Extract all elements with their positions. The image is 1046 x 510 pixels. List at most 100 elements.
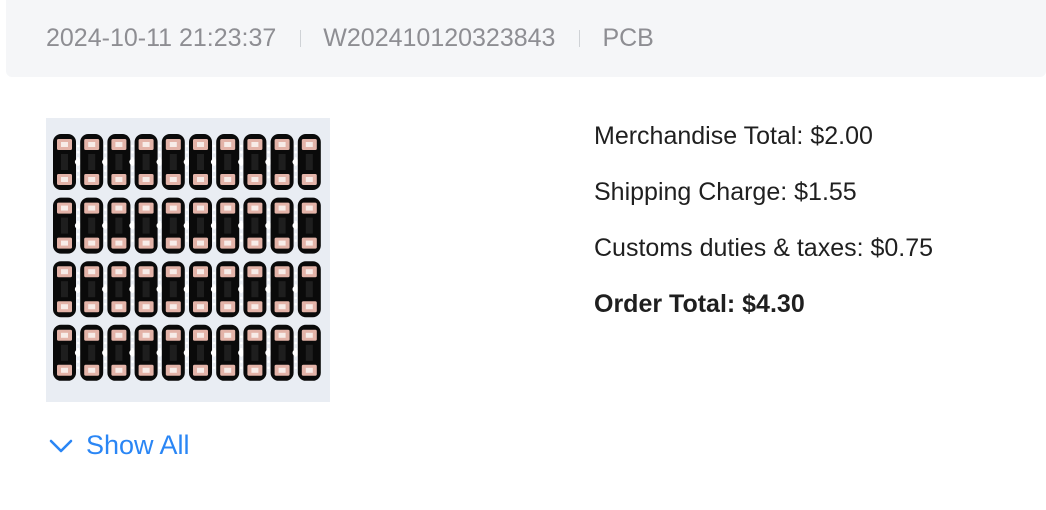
pcb-trace bbox=[88, 217, 96, 234]
pcb-pad-center bbox=[278, 177, 286, 182]
mouse-bite-hole bbox=[131, 296, 134, 300]
mouse-bite-hole bbox=[185, 208, 189, 211]
pcb-pad-center bbox=[88, 367, 96, 373]
mouse-bite-hole bbox=[294, 239, 297, 242]
mouse-bite-hole bbox=[131, 214, 134, 218]
mouse-bite-hole bbox=[267, 296, 270, 300]
show-all-label: Show All bbox=[86, 430, 190, 460]
mouse-bite-hole bbox=[76, 278, 80, 281]
pcb-pad-center bbox=[251, 205, 259, 211]
mouse-bite-hole bbox=[185, 335, 189, 339]
pcb-trace bbox=[305, 344, 313, 361]
mouse-bite-hole bbox=[185, 278, 189, 281]
mouse-bite-hole bbox=[240, 169, 243, 173]
pcb-trace bbox=[142, 217, 150, 234]
header-divider bbox=[579, 30, 581, 47]
pcb-trace bbox=[251, 344, 259, 361]
pcb-pad-center bbox=[305, 367, 313, 373]
pcb-pad-center bbox=[115, 367, 123, 373]
mouse-bite-hole bbox=[212, 296, 216, 300]
mouse-bite-hole bbox=[267, 335, 270, 339]
pcb-pad-center bbox=[115, 177, 123, 182]
mouse-bite-hole bbox=[131, 169, 134, 173]
pcb-pad-center bbox=[251, 269, 259, 275]
pcb-pad-center bbox=[197, 205, 204, 211]
pcb-trace bbox=[115, 217, 123, 234]
mouse-bite-hole bbox=[294, 214, 297, 218]
mouse-bite-hole bbox=[294, 296, 297, 300]
mouse-bite-hole bbox=[104, 233, 107, 236]
mouse-bite-hole bbox=[267, 144, 270, 148]
pcb-pad-center bbox=[142, 142, 150, 147]
pcb-pad-center bbox=[88, 332, 96, 338]
pcb-pad-center bbox=[169, 367, 177, 373]
mouse-bite-hole bbox=[76, 335, 80, 339]
pcb-pad-center bbox=[224, 332, 232, 338]
mouse-bite-hole bbox=[185, 296, 189, 300]
mouse-bite-hole bbox=[104, 144, 107, 148]
mouse-bite-hole bbox=[240, 296, 243, 300]
pcb-trace bbox=[142, 281, 150, 298]
pcb-trace bbox=[224, 154, 232, 170]
pcb-pad-center bbox=[197, 240, 204, 246]
mouse-bite-hole bbox=[158, 233, 161, 236]
pcb-pad-center bbox=[278, 142, 286, 147]
mouse-bite-hole bbox=[212, 144, 216, 148]
order-id[interactable]: W202410120323843 bbox=[323, 24, 555, 53]
pcb-trace bbox=[251, 154, 259, 170]
pcb-pad-center bbox=[278, 304, 286, 310]
pcb-trace bbox=[169, 154, 177, 170]
mouse-bite-hole bbox=[76, 239, 80, 242]
pcb-pad-center bbox=[278, 240, 286, 246]
pcb-pad-center bbox=[224, 142, 232, 147]
mouse-bite-hole bbox=[76, 175, 80, 179]
mouse-bite-hole bbox=[294, 169, 297, 173]
pcb-panel-image bbox=[53, 134, 321, 381]
pcb-pad-center bbox=[251, 142, 259, 147]
mouse-bite-hole bbox=[104, 271, 107, 275]
pcb-pad-center bbox=[61, 205, 68, 211]
mouse-bite-hole bbox=[267, 233, 270, 236]
mouse-bite-hole bbox=[294, 335, 297, 339]
mouse-bite-hole bbox=[185, 239, 189, 242]
pcb-pad-center bbox=[142, 304, 150, 310]
pcb-trace bbox=[169, 217, 177, 234]
mouse-bite-hole bbox=[76, 150, 80, 154]
pcb-pad-center bbox=[305, 205, 313, 211]
pcb-trace bbox=[197, 154, 204, 170]
mouse-bite-hole bbox=[240, 271, 243, 275]
pcb-pad-center bbox=[251, 304, 259, 310]
mouse-bite-hole bbox=[294, 175, 297, 179]
pcb-pad-center bbox=[61, 142, 68, 147]
mouse-bite-hole bbox=[158, 335, 161, 339]
pcb-pad-center bbox=[88, 240, 96, 246]
mouse-bite-hole bbox=[212, 360, 216, 363]
mouse-bite-hole bbox=[294, 150, 297, 154]
mouse-bite-hole bbox=[131, 366, 134, 370]
mouse-bite-hole bbox=[131, 233, 134, 236]
mouse-bite-hole bbox=[76, 233, 80, 236]
mouse-bite-hole bbox=[267, 175, 270, 179]
mouse-bite-hole bbox=[240, 366, 243, 370]
pcb-trace bbox=[61, 344, 68, 361]
mouse-bite-hole bbox=[104, 239, 107, 242]
customs-duties: Customs duties & taxes: $0.75 bbox=[594, 234, 934, 262]
order-datetime: 2024-10-11 21:23:37 bbox=[46, 24, 277, 52]
pcb-trace bbox=[197, 344, 204, 361]
mouse-bite-hole bbox=[104, 366, 107, 370]
pcb-trace bbox=[115, 154, 123, 170]
mouse-bite-hole bbox=[267, 360, 270, 363]
mouse-bite-hole bbox=[158, 150, 161, 154]
show-all-button[interactable]: Show All bbox=[48, 430, 190, 461]
mouse-bite-hole bbox=[294, 208, 297, 211]
mouse-bite-hole bbox=[131, 150, 134, 154]
mouse-bite-hole bbox=[294, 360, 297, 363]
mouse-bite-hole bbox=[267, 278, 270, 281]
pcb-thumbnail[interactable] bbox=[46, 118, 330, 402]
mouse-bite-hole bbox=[240, 341, 243, 345]
pcb-pad-center bbox=[142, 205, 150, 211]
mouse-bite-hole bbox=[185, 233, 189, 236]
mouse-bite-hole bbox=[76, 341, 80, 345]
mouse-bite-hole bbox=[212, 271, 216, 275]
mouse-bite-hole bbox=[158, 366, 161, 370]
